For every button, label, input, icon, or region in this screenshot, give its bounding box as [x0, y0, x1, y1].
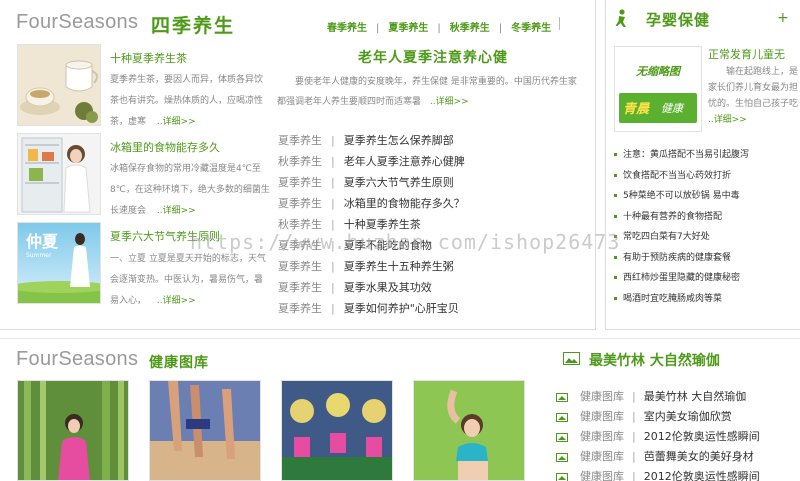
list-item[interactable]: 健康图库 | 2012伦敦奥运性感瞬间	[556, 427, 800, 447]
gallery-item-title[interactable]: 芭蕾舞美女的美好身材	[644, 450, 754, 463]
baby-list: 注意：黄瓜搭配不当易引起腹泻 饮食搭配不当当心药效打折 5种菜绝不可以放砂锅 易…	[614, 145, 799, 309]
list-item[interactable]: 健康图库 | 室内美女瑜伽欣赏	[556, 407, 800, 427]
news-title[interactable]: 老年人夏季注意养心健脾	[344, 155, 465, 168]
summer-image: 仲夏 Summer	[18, 223, 100, 303]
gallery-photo-bamboo-yoga[interactable]	[17, 380, 129, 481]
list-item[interactable]: 饮食搭配不当当心药效打折	[614, 166, 799, 187]
article-desc-summer: 一、立夏 立夏是夏天开始的标志，天气会逐渐变热。中医认为，暑易伤气，暑易入心， …	[110, 254, 266, 306]
gallery-list: 健康图库 | 最美竹林 大自然瑜伽 健康图库 | 室内美女瑜伽欣赏 健康图库 | 2012伦…	[556, 387, 800, 481]
watermark-text: https://www.huzhan.com/ishop26473	[190, 230, 621, 254]
news-title[interactable]: 夏季六大节气养生原则	[344, 176, 454, 189]
article-more-tea[interactable]: ..详细>>	[157, 117, 196, 127]
tab-spring[interactable]: 春季养生	[327, 23, 367, 34]
fridge-image	[18, 134, 100, 214]
news-row[interactable]: 夏季养生 | 夏季六大节气养生原则	[278, 172, 588, 193]
cheerleaders-image	[282, 381, 392, 480]
gallery-item-title[interactable]: 2012伦敦奥运性感瞬间	[644, 470, 760, 481]
article-desc-fridge: 冰箱保存食物的常用冷藏温度是4℃至8℃，在这种环境下，绝大多数的细菌生长速度会 …	[110, 164, 270, 216]
qingchen-health-logo: 青晨 健康	[619, 93, 697, 123]
gallery-photo-volleyball[interactable]	[149, 380, 261, 481]
gallery-side-title[interactable]: 最美竹林 大自然瑜伽	[589, 350, 720, 370]
article-more-fridge[interactable]: ..详细>>	[157, 206, 196, 216]
baby-panel-title: 孕婴保健	[646, 11, 711, 29]
news-title[interactable]: 夏季水果及其功效	[344, 281, 432, 294]
tab-autumn[interactable]: 秋季养生	[450, 23, 490, 34]
article-thumb-fridge[interactable]	[17, 133, 101, 215]
seasons-brand-en: FourSeasons	[16, 11, 139, 33]
fitness-image	[414, 381, 524, 480]
baby-feature-thumb[interactable]: 无缩略图 青晨 健康	[614, 46, 702, 132]
article-thumb-tea[interactable]	[17, 44, 101, 126]
svg-text:Summer: Summer	[26, 252, 52, 259]
image-icon	[556, 432, 568, 442]
list-item[interactable]: 十种最有营养的食物搭配	[614, 207, 799, 228]
gallery-item-title[interactable]: 室内美女瑜伽欣赏	[644, 410, 732, 423]
news-row[interactable]: 夏季养生 | 夏季水果及其功效	[278, 277, 588, 298]
article-title-tea[interactable]: 十种夏季养生茶	[110, 50, 187, 66]
gallery-photo-fitness[interactable]	[413, 380, 525, 481]
list-item[interactable]: 健康图库 | 2012伦敦奥运性感瞬间	[556, 467, 800, 481]
news-title[interactable]: 夏季如何养护"心肝宝贝	[344, 302, 459, 315]
baby-feature-desc: 输在起跑线上，是家长们养儿育女最为担忧的。生怕自己孩子吃 ..详细>>	[708, 67, 799, 125]
list-item[interactable]: 健康图库 | 芭蕾舞美女的美好身材	[556, 447, 800, 467]
news-title[interactable]: 夏季养生十五种养生粥	[344, 260, 454, 273]
article-more-summer[interactable]: ..详细>>	[157, 296, 196, 306]
baby-feature-title[interactable]: 正常发育儿童无	[708, 46, 785, 62]
gallery-item-title[interactable]: 2012伦敦奥运性感瞬间	[644, 430, 760, 443]
gallery-image-icon	[563, 352, 580, 365]
bamboo-yoga-image	[18, 381, 128, 480]
baby-icon	[614, 9, 628, 27]
list-item[interactable]: 常吃四白菜有7大好处	[614, 227, 799, 248]
image-icon	[556, 392, 568, 402]
gallery-brand-cn: 健康图库	[149, 355, 209, 371]
list-item[interactable]: 喝酒时宜吃腌肠咸肉等菜	[614, 289, 799, 310]
news-title[interactable]: 夏季养生怎么保养脚部	[344, 134, 454, 147]
list-item[interactable]: 有助于预防疾病的健康套餐	[614, 248, 799, 269]
news-row[interactable]: 夏季养生 | 夏季养生怎么保养脚部	[278, 130, 588, 151]
article-desc-tea: 夏季养生茶，要因人而异，体质各异饮茶也有讲究。燥热体质的人，应喝凉性茶，虚寒 .…	[110, 75, 264, 127]
image-icon	[556, 452, 568, 462]
tea-image	[18, 45, 100, 125]
list-item[interactable]: 5种菜绝不可以放砂锅 易中毒	[614, 186, 799, 207]
baby-care-panel: 孕婴保健 + 无缩略图 青晨 健康 正常发育儿童无 输在起跑线上，是家长们养儿育…	[605, 0, 800, 330]
news-list: 夏季养生 | 夏季养生怎么保养脚部 秋季养生 | 老年人夏季注意养心健脾 夏季养生 | 夏季…	[278, 130, 588, 319]
section-divider	[0, 338, 800, 339]
tabs-end-divider	[559, 17, 560, 30]
gallery-photo-cheerleaders[interactable]	[281, 380, 393, 481]
image-icon	[556, 472, 568, 481]
seasons-panel: FourSeasons 四季养生 春季养生 | 夏季养生 | 秋季养生 | 冬季养生 十种夏…	[0, 0, 596, 330]
no-thumbnail-text: 无缩略图	[636, 65, 680, 78]
seasons-brand-cn: 四季养生	[151, 15, 236, 37]
feature-more[interactable]: ..详细>>	[430, 97, 469, 107]
tab-winter[interactable]: 冬季养生	[511, 23, 551, 34]
news-title[interactable]: 冰箱里的食物能存多久？	[344, 197, 465, 210]
list-item[interactable]: 健康图库 | 最美竹林 大自然瑜伽	[556, 387, 800, 407]
baby-feature-more[interactable]: ..详细>>	[708, 115, 747, 125]
image-icon	[556, 412, 568, 422]
svg-text:仲夏: 仲夏	[26, 232, 59, 251]
tab-summer[interactable]: 夏季养生	[388, 23, 428, 34]
news-row[interactable]: 秋季养生 | 老年人夏季注意养心健脾	[278, 151, 588, 172]
volleyball-image	[150, 381, 260, 480]
news-row[interactable]: 夏季养生 | 夏季如何养护"心肝宝贝	[278, 298, 588, 319]
gallery-brand-en: FourSeasons	[16, 348, 139, 370]
list-item[interactable]: 西红柿炒蛋里隐藏的健康秘密	[614, 268, 799, 289]
gallery-item-title[interactable]: 最美竹林 大自然瑜伽	[644, 390, 747, 403]
feature-title[interactable]: 老年人夏季注意养心健	[358, 47, 508, 67]
news-row[interactable]: 夏季养生 | 夏季养生十五种养生粥	[278, 256, 588, 277]
season-tabs: 春季养生 | 夏季养生 | 秋季养生 | 冬季养生	[327, 23, 552, 34]
article-title-fridge[interactable]: 冰箱里的食物能存多久	[110, 139, 220, 155]
article-thumb-summer[interactable]: 仲夏 Summer	[17, 222, 101, 304]
news-row[interactable]: 夏季养生 | 冰箱里的食物能存多久？	[278, 193, 588, 214]
list-item[interactable]: 注意：黄瓜搭配不当易引起腹泻	[614, 145, 799, 166]
feature-desc: 要使老年人健康的安度晚年，养生保健 是非常重要的。中国历代养生家都强调老年人养生…	[277, 77, 577, 107]
baby-more-plus-icon[interactable]: +	[777, 10, 789, 26]
